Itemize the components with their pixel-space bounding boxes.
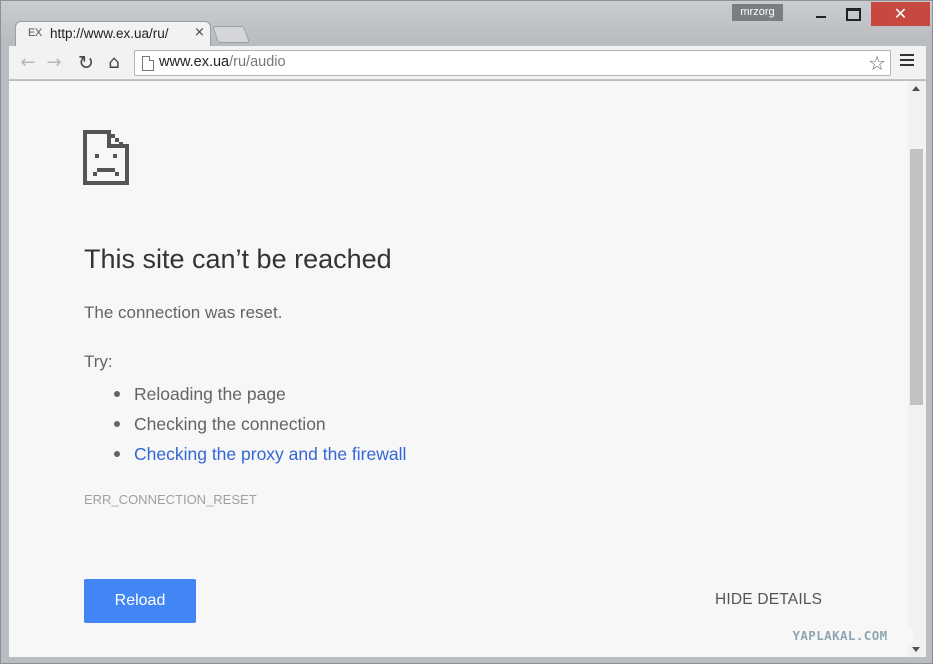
error-code: ERR_CONNECTION_RESET xyxy=(84,492,257,507)
url-text[interactable]: www.ex.ua/ru/audio xyxy=(159,54,286,70)
new-tab-button[interactable] xyxy=(211,26,251,43)
menu-icon[interactable] xyxy=(900,54,914,68)
try-label: Try: xyxy=(84,352,113,371)
tab-close-icon[interactable]: × xyxy=(194,25,205,40)
address-bar[interactable]: www.ex.ua/ru/audio ☆ xyxy=(134,50,891,76)
favicon-icon: EX xyxy=(28,27,42,39)
hide-details-button[interactable]: HIDE DETAILS xyxy=(715,591,822,609)
maximize-button[interactable] xyxy=(839,4,866,23)
scroll-up-arrow-icon[interactable] xyxy=(912,86,920,91)
reload-button[interactable]: Reload xyxy=(84,579,196,623)
close-window-button[interactable]: ✕ xyxy=(871,2,930,26)
reload-icon[interactable]: ↻ xyxy=(75,52,97,74)
error-message: The connection was reset. xyxy=(84,303,283,322)
scrollbar[interactable] xyxy=(908,81,926,657)
tab-active[interactable]: EX http://www.ex.ua/ru/ × xyxy=(15,21,211,47)
suggestion-connection: Checking the connection xyxy=(84,409,406,439)
profile-badge[interactable]: mrzorg xyxy=(732,4,783,21)
error-page: This site can’t be reached The connectio… xyxy=(9,81,908,657)
scroll-thumb[interactable] xyxy=(910,149,923,405)
home-icon[interactable]: ⌂ xyxy=(103,52,125,74)
scroll-down-arrow-icon[interactable] xyxy=(912,647,920,652)
page-icon xyxy=(142,56,154,71)
error-headline: This site can’t be reached xyxy=(84,244,392,274)
browser-window: mrzorg ✕ EX http://www.ex.ua/ru/ × ← → ↻… xyxy=(0,0,933,664)
url-path: /ru/audio xyxy=(229,54,286,70)
forward-arrow-icon[interactable]: → xyxy=(43,52,65,74)
suggestions-list: Reloading the page Checking the connecti… xyxy=(84,379,406,469)
suggestion-proxy-link[interactable]: Checking the proxy and the firewall xyxy=(84,439,406,469)
url-host: www.ex.ua xyxy=(159,54,230,70)
sad-document-icon xyxy=(83,130,129,185)
toolbar: ← → ↻ ⌂ www.ex.ua/ru/audio ☆ xyxy=(9,46,926,80)
back-arrow-icon[interactable]: ← xyxy=(17,52,39,74)
minimize-button[interactable] xyxy=(807,4,834,23)
watermark: YAPLAKAL.COM xyxy=(767,628,913,643)
tab-title: http://www.ex.ua/ru/ xyxy=(50,26,169,41)
bookmark-star-icon[interactable]: ☆ xyxy=(868,51,886,75)
suggestion-reload: Reloading the page xyxy=(84,379,406,409)
